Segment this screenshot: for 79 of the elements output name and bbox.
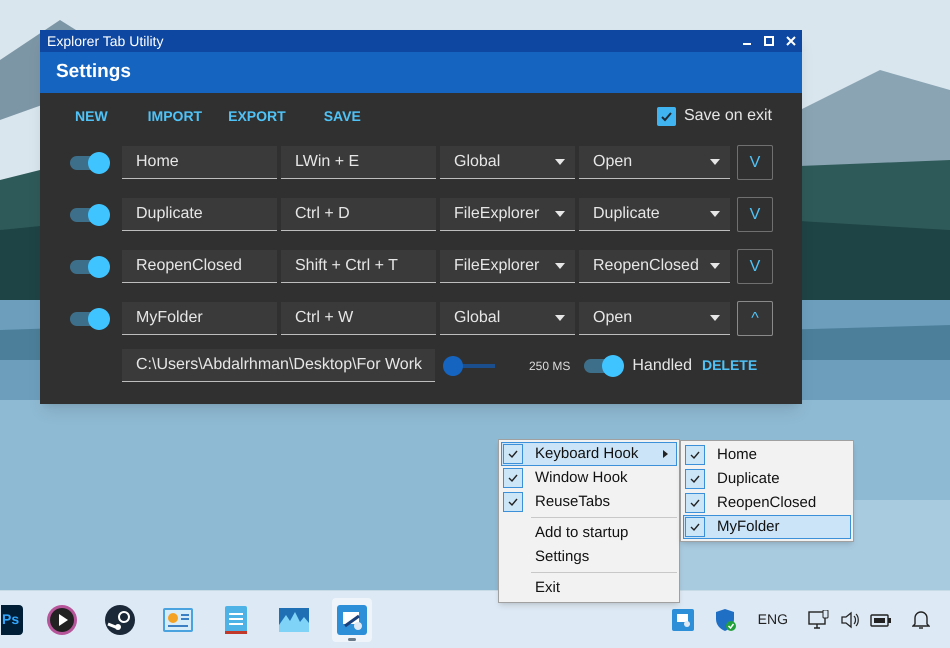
dropdown[interactable]: Open bbox=[579, 302, 730, 335]
check-icon bbox=[503, 492, 523, 512]
toggle-switch[interactable] bbox=[70, 152, 110, 174]
name-field[interactable]: ReopenClosed bbox=[122, 250, 277, 283]
check-icon bbox=[685, 493, 705, 513]
menu-item[interactable]: Home bbox=[683, 443, 851, 467]
menu-item[interactable]: Exit bbox=[501, 576, 677, 600]
caret-icon bbox=[555, 159, 565, 165]
language-indicator[interactable]: ENG bbox=[758, 609, 788, 630]
caret-icon bbox=[710, 159, 720, 165]
volume-icon[interactable] bbox=[840, 610, 860, 628]
dropdown[interactable]: Duplicate bbox=[579, 198, 730, 231]
toolbar-button[interactable]: IMPORT bbox=[134, 102, 216, 130]
menu-item[interactable]: MyFolder bbox=[683, 515, 851, 539]
expand-button[interactable]: V bbox=[737, 249, 773, 284]
notification-icon[interactable] bbox=[912, 610, 930, 630]
app-icon bbox=[336, 604, 368, 636]
check-icon bbox=[685, 445, 705, 465]
window-title: Explorer Tab Utility bbox=[47, 32, 164, 51]
taskbar-button[interactable]: Ps bbox=[0, 598, 24, 642]
menu-item[interactable]: Settings bbox=[501, 545, 677, 569]
name-field[interactable]: Home bbox=[122, 146, 277, 179]
dropdown[interactable]: Open bbox=[579, 146, 730, 179]
expand-button[interactable]: V bbox=[737, 145, 773, 180]
toggle-switch[interactable] bbox=[584, 354, 624, 376]
dropdown[interactable]: Global bbox=[440, 302, 575, 335]
dropdown[interactable]: ReopenClosed bbox=[579, 250, 730, 283]
checkbox[interactable] bbox=[656, 106, 676, 126]
expand-button[interactable]: V bbox=[737, 197, 773, 232]
caret-icon bbox=[710, 263, 720, 269]
check-icon bbox=[503, 468, 523, 488]
check-icon bbox=[685, 517, 705, 537]
menu-item[interactable]: ReopenClosed bbox=[683, 491, 851, 515]
app-icon: Ps bbox=[1, 604, 23, 634]
toggle-switch[interactable] bbox=[70, 256, 110, 278]
close-icon[interactable] bbox=[786, 36, 796, 46]
check-icon bbox=[660, 110, 673, 122]
delay-value: 250 MS bbox=[529, 358, 570, 374]
app-icon[interactable] bbox=[672, 608, 694, 630]
delete-button[interactable]: DELETE bbox=[702, 355, 758, 376]
menu-item[interactable]: ReuseTabs bbox=[501, 490, 677, 514]
path-field[interactable]: C:\Users\Abdalrhman\Desktop\For Work bbox=[122, 349, 435, 382]
shortcut-field[interactable]: LWin + E bbox=[281, 146, 436, 179]
menu-item[interactable]: Window Hook bbox=[501, 466, 677, 490]
toggle-switch[interactable] bbox=[70, 204, 110, 226]
caret-icon bbox=[555, 211, 565, 217]
caret-icon bbox=[555, 263, 565, 269]
menu-item[interactable]: Add to startup bbox=[501, 521, 677, 545]
submenu-arrow-icon bbox=[663, 450, 668, 458]
app-icon bbox=[104, 604, 136, 636]
shortcut-field[interactable]: Shift + Ctrl + T bbox=[281, 250, 436, 283]
app-icon bbox=[46, 604, 78, 636]
slider[interactable] bbox=[443, 356, 495, 376]
checkbox-label: Save on exit bbox=[684, 106, 772, 126]
shortcut-field[interactable]: Ctrl + W bbox=[281, 302, 436, 335]
battery-icon[interactable] bbox=[870, 612, 892, 628]
check-icon bbox=[685, 469, 705, 489]
toolbar-button[interactable]: NEW bbox=[62, 102, 121, 130]
name-field[interactable]: MyFolder bbox=[122, 302, 277, 335]
shield-icon[interactable] bbox=[714, 608, 738, 632]
slider-thumb[interactable] bbox=[443, 356, 463, 376]
dropdown[interactable]: FileExplorer bbox=[440, 250, 575, 283]
menu-item[interactable]: Keyboard Hook bbox=[501, 442, 677, 466]
menu-item[interactable]: Duplicate bbox=[683, 467, 851, 491]
caret-icon bbox=[710, 211, 720, 217]
taskbar-button[interactable] bbox=[332, 598, 372, 642]
maximize-icon[interactable] bbox=[764, 36, 774, 46]
dropdown[interactable]: FileExplorer bbox=[440, 198, 575, 231]
shortcut-field[interactable]: Ctrl + D bbox=[281, 198, 436, 231]
name-field[interactable]: Duplicate bbox=[122, 198, 277, 231]
check-icon bbox=[503, 444, 523, 464]
toggle-switch[interactable] bbox=[70, 308, 110, 330]
page-title: Settings bbox=[56, 60, 131, 84]
toolbar-button[interactable]: SAVE bbox=[310, 102, 374, 130]
toggle-label: Handled bbox=[632, 356, 692, 376]
expand-button[interactable]: ^ bbox=[737, 301, 773, 336]
network-icon[interactable] bbox=[808, 610, 830, 630]
dropdown[interactable]: Global bbox=[440, 146, 575, 179]
toolbar-button[interactable]: EXPORT bbox=[215, 102, 299, 130]
